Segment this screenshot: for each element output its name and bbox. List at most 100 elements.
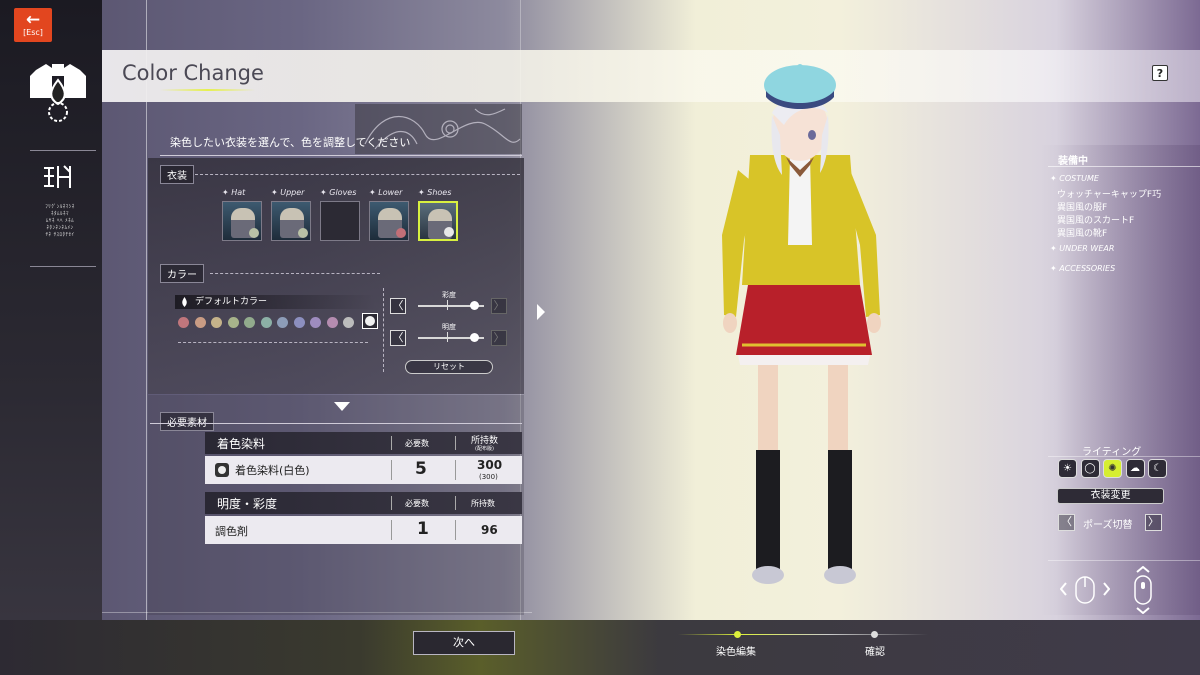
equipped-item: ウォッチャーキャップF巧 xyxy=(1057,190,1162,200)
brightness-label: 明度 xyxy=(442,323,456,331)
page-title: Color Change xyxy=(122,61,264,85)
lighting-option-2-icon[interactable]: ✺ xyxy=(1103,459,1122,478)
vertical-divider xyxy=(383,288,384,372)
adjust-item-name: 調色剤 xyxy=(215,525,248,538)
costume-slot-upper[interactable] xyxy=(271,201,311,241)
pose-next-button[interactable]: 〉 xyxy=(1145,514,1162,531)
equipped-item: 異国風の靴F xyxy=(1057,229,1108,239)
equipped-underwear-category[interactable]: ✦ UNDER WEAR xyxy=(1050,244,1114,253)
color-swatch[interactable] xyxy=(293,317,305,328)
next-button[interactable]: 次へ xyxy=(413,631,515,655)
lighting-option-1-icon[interactable]: ◯ xyxy=(1080,459,1100,478)
brightness-increase-button[interactable]: 〉 xyxy=(491,330,507,346)
lighting-option-0-icon[interactable]: ☀ xyxy=(1058,459,1077,478)
slot-label-upper: ✦ Upper xyxy=(271,188,305,197)
character-model xyxy=(722,64,881,584)
color-swatch[interactable] xyxy=(343,317,354,328)
table-row[interactable]: 着色染料(白色) 5 300 (300) xyxy=(205,456,522,484)
expand-arrow-icon[interactable] xyxy=(334,402,350,411)
section-divider xyxy=(150,423,522,424)
mouse-rotate-icon xyxy=(1060,576,1110,604)
costume-slot-lower[interactable] xyxy=(369,201,409,241)
equipped-accessories-category[interactable]: ✦ ACCESSORIES xyxy=(1050,264,1115,273)
dye-table-title: 着色染料 xyxy=(217,437,266,451)
brightness-decrease-button[interactable]: 〈 xyxy=(390,330,406,346)
slot-color-dot xyxy=(396,228,406,238)
lighting-option-4-icon[interactable]: ☾ xyxy=(1148,459,1167,478)
saturation-increase-button[interactable]: 〉 xyxy=(491,298,507,314)
dye-owned-sub: (300) xyxy=(479,473,498,481)
sidebar-divider xyxy=(30,150,96,151)
sidebar-divider xyxy=(30,266,96,267)
step-label-edit: 染色編集 xyxy=(716,647,756,658)
brand-logo-icon xyxy=(44,165,71,188)
arrow-left-icon: ← xyxy=(25,10,41,30)
slot-label-gloves: ✦ Gloves xyxy=(320,188,357,197)
column-separator xyxy=(455,436,456,450)
color-swatch[interactable] xyxy=(326,317,338,328)
color-swatch-selected[interactable] xyxy=(362,313,378,329)
color-section-label: カラー xyxy=(160,264,204,283)
lighting-option-3-icon[interactable]: ☁ xyxy=(1125,459,1145,478)
brand-text: ﾌﾘｸﾞﾝﾙﾈﾏｼﾈ ﾈﾀﾑﾙﾈﾏ ﾑﾔﾈ ﾍﾍ ﾒﾈﾑ ﾈﾀﾝﾈﾝﾈﾑﾒﾝ ﾔ… xyxy=(45,204,75,238)
saturation-decrease-button[interactable]: 〈 xyxy=(390,298,406,314)
step-progress-line xyxy=(678,634,928,635)
column-separator xyxy=(455,520,456,540)
costume-slot-gloves[interactable] xyxy=(320,201,360,241)
section-divider xyxy=(195,174,520,175)
required-col-header: 必要数 xyxy=(405,439,429,448)
bottom-bar xyxy=(0,620,1200,675)
slot-label-hat: ✦ Hat xyxy=(222,188,246,197)
color-swatch[interactable] xyxy=(227,317,239,328)
pose-switch-label: ポーズ切替 xyxy=(1083,520,1133,531)
costume-slot-hat[interactable] xyxy=(222,201,262,241)
costume-category-label: COSTUME xyxy=(1059,174,1099,183)
color-swatch[interactable] xyxy=(277,317,288,328)
owned-col-subheader: (配布版) xyxy=(475,446,494,452)
controls-divider xyxy=(1048,560,1200,561)
column-separator xyxy=(391,496,392,510)
owned-col-header: 所持数 xyxy=(471,499,495,508)
lighting-divider xyxy=(1048,456,1200,457)
back-button[interactable]: ← [Esc] xyxy=(14,8,52,42)
instruction-text: 染色したい衣装を選んで、色を調整してください xyxy=(170,136,411,149)
color-swatch[interactable] xyxy=(244,317,255,328)
color-swatch[interactable] xyxy=(310,317,321,328)
accessories-category-label: ACCESSORIES xyxy=(1059,264,1116,273)
underwear-category-label: UNDER WEAR xyxy=(1059,244,1115,253)
equipped-item: 異国風のスカートF xyxy=(1057,216,1135,226)
dye-table-header: 着色染料 必要数 所持数 (配布版) xyxy=(205,432,522,454)
slot-color-dot xyxy=(249,228,259,238)
reset-button[interactable]: リセット xyxy=(405,360,493,374)
table-row[interactable]: 調色剤 1 96 xyxy=(205,516,522,544)
column-separator xyxy=(391,460,392,480)
column-separator xyxy=(391,520,392,540)
costume-section-label: 衣装 xyxy=(160,165,194,184)
slot-label-shoes: ✦ Shoes xyxy=(418,188,452,197)
adjust-required-count: 1 xyxy=(417,519,429,539)
dye-item-icon xyxy=(215,463,229,477)
pose-prev-button[interactable]: 〈 xyxy=(1058,514,1075,531)
change-costume-button[interactable]: 衣装変更 xyxy=(1057,488,1164,504)
color-swatch[interactable] xyxy=(211,317,222,328)
adjust-owned-count: 96 xyxy=(481,523,498,537)
equipped-item: 異国風の服F xyxy=(1057,203,1108,213)
costume-slot-shoes[interactable] xyxy=(418,201,458,241)
adjust-table-title: 明度・彩度 xyxy=(217,497,278,511)
dye-required-count: 5 xyxy=(415,459,427,479)
mouse-zoom-icon xyxy=(1134,566,1152,614)
adjust-table-header: 明度・彩度 必要数 所持数 xyxy=(205,492,522,514)
costume-category-icon xyxy=(30,64,86,122)
equipped-costume-category[interactable]: ✦ COSTUME xyxy=(1050,174,1099,183)
color-swatch[interactable] xyxy=(260,317,272,328)
color-swatch[interactable] xyxy=(178,317,189,328)
help-icon[interactable]: ? xyxy=(1152,65,1168,81)
default-color-label: デフォルトカラー xyxy=(175,295,375,309)
color-swatch[interactable] xyxy=(194,317,206,328)
panel-toggle-arrow-icon[interactable] xyxy=(537,304,545,320)
header-bar xyxy=(102,50,1200,102)
slot-color-dot xyxy=(444,227,454,237)
column-separator xyxy=(455,496,456,510)
column-separator xyxy=(455,460,456,480)
instruction-divider xyxy=(160,155,522,156)
